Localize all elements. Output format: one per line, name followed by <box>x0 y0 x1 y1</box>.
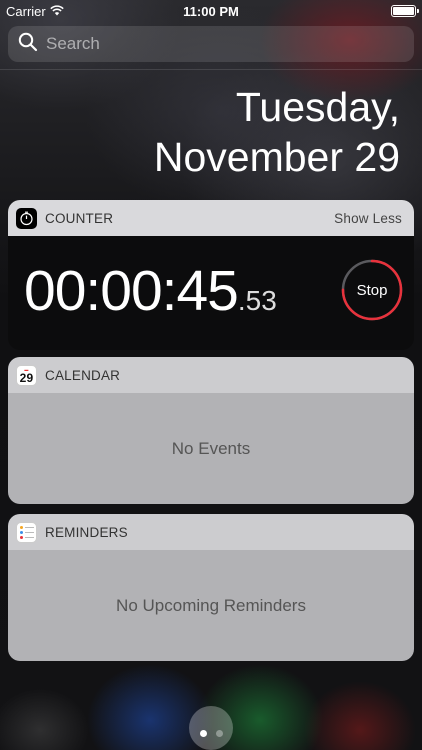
counter-widget: COUNTER Show Less 00:00:45.53 Stop <box>8 200 414 350</box>
calendar-icon: ▬ 29 <box>16 364 37 386</box>
reminders-empty-text: No Upcoming Reminders <box>116 595 306 615</box>
counter-widget-header: COUNTER Show Less <box>8 200 414 236</box>
reminders-widget: REMINDERS No Upcoming Reminders <box>8 514 414 661</box>
stopwatch-icon <box>16 207 37 229</box>
stop-button[interactable]: Stop <box>340 258 404 322</box>
counter-widget-body: 00:00:45.53 Stop <box>8 236 414 350</box>
calendar-widget-title: CALENDAR <box>45 367 121 383</box>
counter-time-fraction: .53 <box>237 285 277 316</box>
stop-button-label: Stop <box>356 281 388 299</box>
reminders-widget-body[interactable]: No Upcoming Reminders <box>8 550 414 661</box>
calendar-icon-day: 29 <box>19 370 34 385</box>
date-month-day: November 29 <box>153 134 400 180</box>
calendar-widget: ▬ 29 CALENDAR No Events <box>8 357 414 504</box>
reminders-icon <box>16 521 37 543</box>
reminders-widget-header: REMINDERS <box>8 514 414 550</box>
status-time: 11:00 PM <box>183 4 239 19</box>
page-dot[interactable] <box>199 730 207 737</box>
show-less-button[interactable]: Show Less <box>334 211 402 226</box>
counter-widget-title: COUNTER <box>45 210 114 226</box>
edit-widgets-handle[interactable] <box>189 706 233 750</box>
page-dot[interactable] <box>215 730 223 737</box>
calendar-empty-text: No Events <box>171 438 251 458</box>
search-divider <box>0 69 422 70</box>
battery-icon <box>391 5 419 17</box>
search-bar[interactable] <box>8 26 414 62</box>
status-bar: Carrier 11:00 PM <box>0 0 422 22</box>
counter-time-main: 00:00:45 <box>24 259 239 323</box>
reminders-widget-title: REMINDERS <box>45 524 128 540</box>
counter-time-display: 00:00:45.53 <box>24 258 277 324</box>
calendar-widget-body[interactable]: No Events <box>8 393 414 504</box>
page-indicator[interactable] <box>0 730 422 737</box>
calendar-widget-header: ▬ 29 CALENDAR <box>8 357 414 393</box>
date-header: Tuesday, November 29 <box>154 82 400 182</box>
date-weekday: Tuesday, <box>235 84 400 130</box>
search-input[interactable] <box>46 34 386 54</box>
search-icon <box>18 32 38 57</box>
